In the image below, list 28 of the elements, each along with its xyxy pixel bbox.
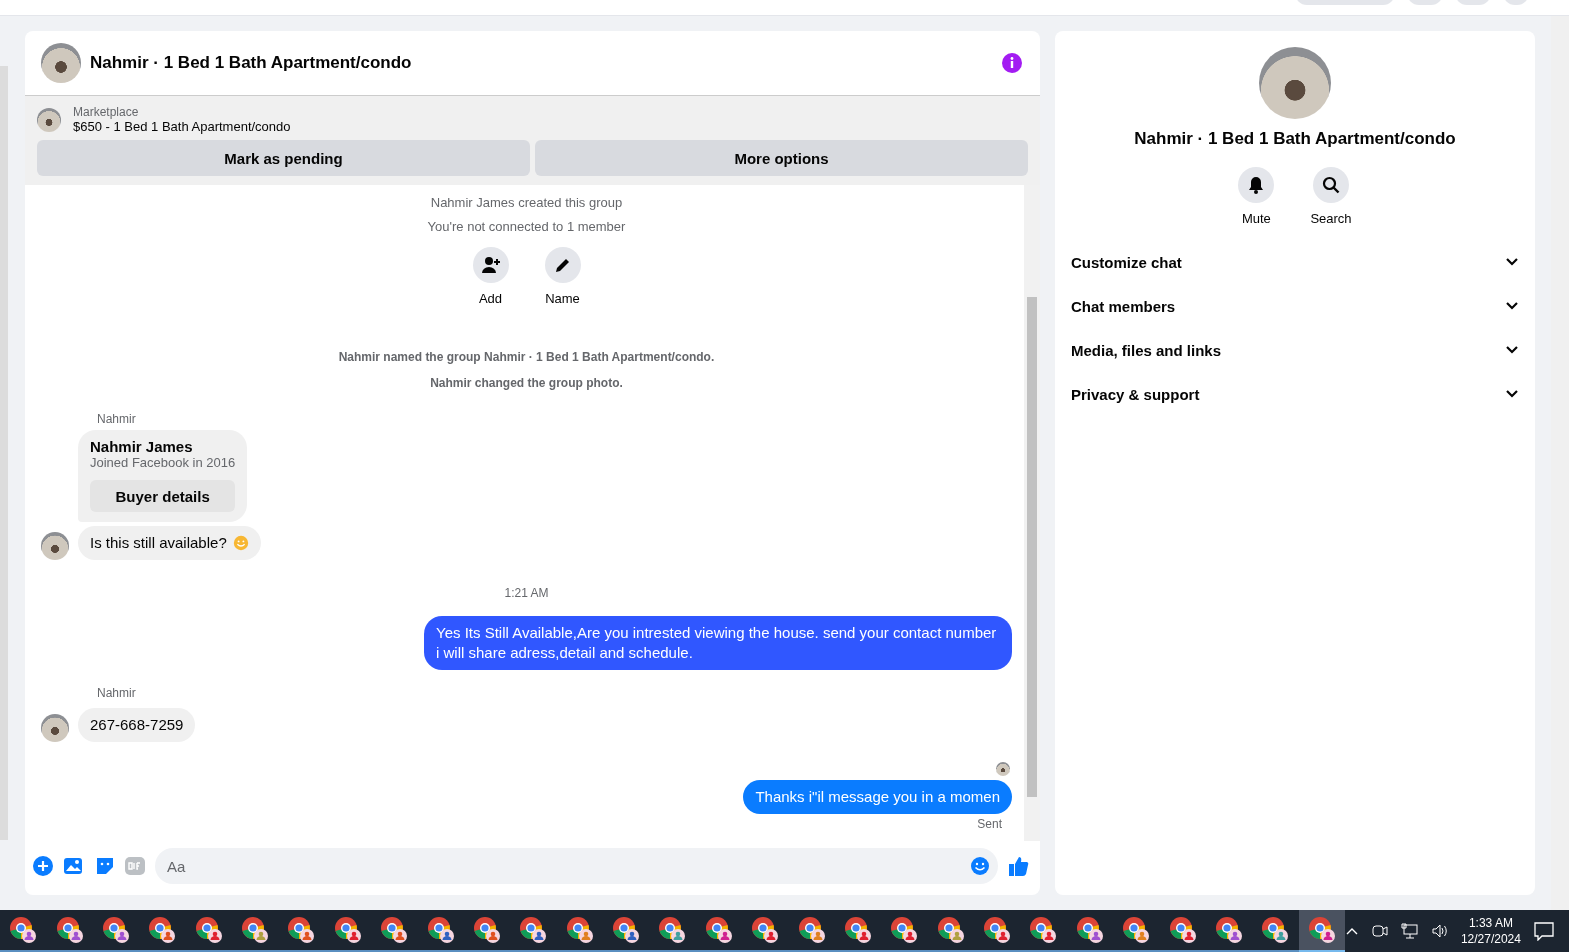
timestamp: 1:21 AM — [503, 586, 550, 600]
buyer-details-button[interactable]: Buyer details — [90, 480, 236, 512]
group-title: Nahmir · 1 Bed 1 Bath Apartment/condo — [1134, 129, 1456, 149]
buyer-name: Nahmir James — [90, 438, 194, 455]
message-text: 267-668-7259 — [90, 715, 184, 735]
message-text: Is this still available? — [90, 533, 227, 553]
listing-source: Marketplace — [73, 105, 140, 119]
clock-time: 1:33 AM — [1468, 915, 1513, 931]
system-event-text: Nahmir named the group Nahmir · 1 Bed 1 Bath Apartment/condo. — [337, 350, 716, 364]
listing-summary: $650 - 1 Bed 1 Bath Apartment/condo — [73, 119, 291, 134]
collapsible-section[interactable]: Privacy & support — [1055, 372, 1535, 416]
system-event-text: Nahmir changed the group photo. — [429, 376, 624, 390]
system-message: You're not connected to 1 member — [426, 219, 627, 234]
system-message: Nahmir James created this group — [429, 195, 624, 210]
sender-name: Nahmir — [97, 686, 137, 700]
message-status: Sent — [976, 817, 1002, 831]
sender-name: Nahmir — [97, 412, 137, 426]
message-bubble: Yes Its Still Available,Are you intrested viewing the house. send your contact number i will share adress,detail and schedule. — [424, 616, 1012, 670]
collapsible-section[interactable]: Media, files and links — [1055, 328, 1535, 372]
clock-date: 12/27/2024 — [1460, 931, 1521, 947]
message-bubble: Thanks i"il message you in a momen — [743, 780, 1012, 814]
chat-title: Nahmir · 1 Bed 1 Bath Apartment/condo — [90, 53, 413, 73]
listing-action-button[interactable]: Mark as pending — [37, 140, 530, 176]
collapsible-section[interactable]: Customize chat — [1055, 240, 1535, 284]
joined-text: Joined Facebook in 2016 — [90, 455, 236, 470]
collapsible-section[interactable]: Chat members — [1055, 284, 1535, 328]
message-input[interactable]: Aa — [155, 848, 998, 884]
listing-action-button[interactable]: More options — [535, 140, 1028, 176]
